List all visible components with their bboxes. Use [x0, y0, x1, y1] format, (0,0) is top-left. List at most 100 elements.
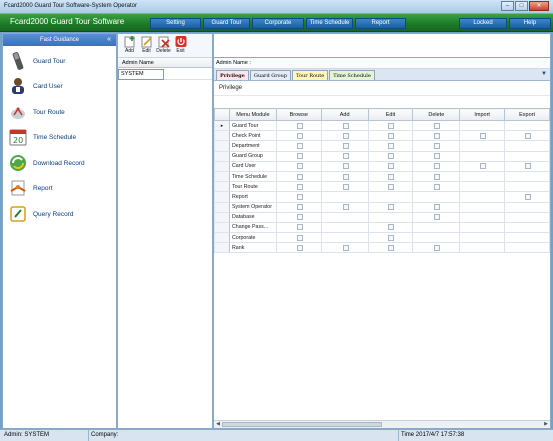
- permission-checkbox[interactable]: [388, 132, 395, 139]
- permission-cell[interactable]: [320, 130, 369, 142]
- permission-checkbox[interactable]: [388, 204, 395, 211]
- permission-checkbox[interactable]: [434, 132, 441, 139]
- permission-cell[interactable]: [275, 170, 322, 183]
- permission-checkbox[interactable]: [296, 163, 303, 170]
- minimize-button[interactable]: –: [501, 1, 514, 11]
- permission-checkbox[interactable]: [296, 173, 303, 180]
- permission-cell[interactable]: [367, 160, 414, 172]
- menu-time-schedule[interactable]: Time Schedule: [306, 18, 353, 29]
- permission-cell[interactable]: [275, 242, 322, 254]
- menu-corporate[interactable]: Corporate: [252, 18, 304, 29]
- permission-cell[interactable]: [412, 242, 461, 254]
- row-selector[interactable]: [214, 130, 230, 142]
- menu-locked[interactable]: Locked: [459, 18, 507, 29]
- permission-checkbox[interactable]: [388, 234, 395, 241]
- permission-cell[interactable]: [275, 140, 322, 152]
- permission-cell[interactable]: [459, 160, 506, 172]
- permission-cell[interactable]: [412, 181, 461, 193]
- permission-checkbox[interactable]: [434, 183, 441, 190]
- row-selector[interactable]: [214, 232, 230, 244]
- col-add[interactable]: Add: [320, 108, 369, 121]
- permission-checkbox[interactable]: [434, 153, 441, 160]
- permission-cell[interactable]: [367, 181, 414, 193]
- permission-checkbox[interactable]: [342, 244, 349, 251]
- tab-guard-group[interactable]: Guard Group: [249, 70, 292, 80]
- tab-dropdown-icon[interactable]: ▼: [541, 71, 547, 77]
- permission-cell[interactable]: [504, 130, 550, 142]
- row-selector[interactable]: [214, 221, 230, 234]
- privilege-row[interactable]: Corporate: [214, 232, 550, 244]
- permission-cell[interactable]: [412, 160, 461, 172]
- permission-cell[interactable]: [320, 119, 369, 132]
- permission-cell[interactable]: [412, 119, 461, 132]
- permission-checkbox[interactable]: [434, 173, 441, 180]
- permission-checkbox[interactable]: [480, 163, 487, 170]
- permission-cell[interactable]: [367, 130, 414, 142]
- permission-checkbox[interactable]: [342, 173, 349, 180]
- permission-cell[interactable]: [320, 170, 369, 183]
- permission-checkbox[interactable]: [388, 122, 395, 129]
- permission-cell[interactable]: [275, 232, 322, 244]
- nav-time-schedule[interactable]: 20 Time Schedule: [8, 125, 76, 149]
- permission-checkbox[interactable]: [342, 132, 349, 139]
- privilege-row[interactable]: Report: [214, 191, 550, 203]
- nav-guard-tour[interactable]: Guard Tour: [8, 49, 65, 73]
- row-selector[interactable]: [214, 201, 230, 213]
- tab-tour-route[interactable]: Tour Route: [292, 70, 329, 80]
- nav-query-record[interactable]: Query Record: [8, 202, 73, 226]
- permission-cell[interactable]: [275, 211, 322, 223]
- privilege-row[interactable]: Department: [214, 140, 550, 152]
- fast-guidance-header[interactable]: Fast Guidance «: [3, 34, 116, 46]
- permission-cell[interactable]: [275, 150, 322, 162]
- row-selector[interactable]: [214, 140, 230, 152]
- menu-help[interactable]: Help: [509, 18, 551, 29]
- permission-cell[interactable]: [367, 242, 414, 254]
- col-export[interactable]: Export: [504, 108, 550, 121]
- permission-checkbox[interactable]: [296, 214, 303, 221]
- permission-cell[interactable]: [275, 130, 322, 142]
- permission-cell[interactable]: [504, 191, 550, 203]
- privilege-row[interactable]: Check Point: [214, 130, 550, 142]
- permission-checkbox[interactable]: [434, 204, 441, 211]
- permission-checkbox[interactable]: [296, 183, 303, 190]
- permission-cell[interactable]: [412, 150, 461, 162]
- privilege-row[interactable]: Rank: [214, 242, 550, 254]
- permission-checkbox[interactable]: [388, 142, 395, 149]
- add-button[interactable]: Add: [122, 35, 137, 56]
- admin-name-column-header[interactable]: Admin Name: [118, 58, 212, 68]
- horizontal-scrollbar[interactable]: ◀ ▶: [214, 420, 550, 428]
- close-button[interactable]: ✕: [529, 1, 549, 11]
- permission-checkbox[interactable]: [342, 153, 349, 160]
- permission-checkbox[interactable]: [296, 204, 303, 211]
- privilege-row[interactable]: Time Schedule: [214, 170, 550, 183]
- permission-cell[interactable]: [504, 160, 550, 172]
- permission-cell[interactable]: [275, 160, 322, 172]
- permission-cell[interactable]: [275, 191, 322, 203]
- privilege-row[interactable]: Database: [214, 211, 550, 223]
- permission-checkbox[interactable]: [525, 193, 532, 200]
- permission-checkbox[interactable]: [342, 142, 349, 149]
- permission-cell[interactable]: [275, 221, 322, 234]
- permission-checkbox[interactable]: [434, 214, 441, 221]
- privilege-row[interactable]: Guard Group: [214, 150, 550, 162]
- permission-checkbox[interactable]: [296, 193, 303, 200]
- col-edit[interactable]: Edit: [367, 108, 414, 121]
- nav-card-user[interactable]: Card User: [8, 74, 63, 98]
- privilege-row[interactable]: System Operator: [214, 201, 550, 213]
- permission-checkbox[interactable]: [296, 234, 303, 241]
- permission-checkbox[interactable]: [434, 163, 441, 170]
- admin-name-cell[interactable]: SYSTEM: [118, 69, 164, 80]
- permission-checkbox[interactable]: [296, 224, 303, 231]
- row-selector[interactable]: [214, 211, 230, 223]
- row-selector[interactable]: [214, 181, 230, 193]
- permission-cell[interactable]: [320, 242, 369, 254]
- permission-checkbox[interactable]: [342, 122, 349, 129]
- permission-cell[interactable]: [412, 140, 461, 152]
- permission-cell[interactable]: [320, 140, 369, 152]
- tab-privilege[interactable]: Privilege: [216, 70, 249, 80]
- permission-cell[interactable]: [275, 119, 322, 132]
- permission-checkbox[interactable]: [388, 163, 395, 170]
- menu-guard-tour[interactable]: Guard Tour: [203, 18, 250, 29]
- scroll-right-icon[interactable]: ▶: [542, 421, 550, 428]
- permission-cell[interactable]: [320, 150, 369, 162]
